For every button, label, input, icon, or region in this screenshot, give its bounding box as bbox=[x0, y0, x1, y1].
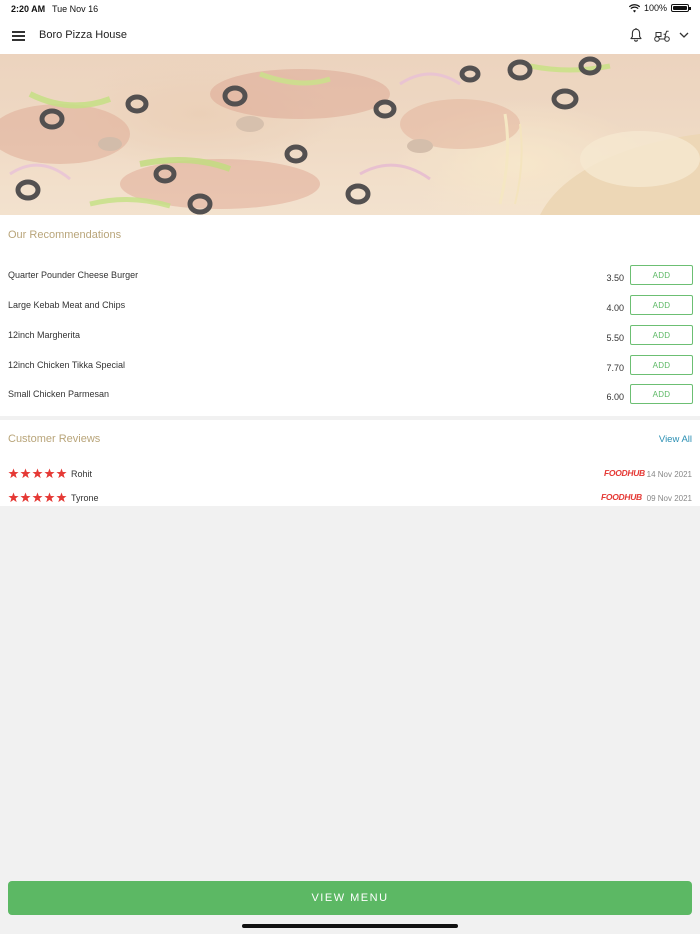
reviewer-name: Tyrone bbox=[71, 493, 99, 503]
hamburger-menu-icon[interactable] bbox=[12, 30, 26, 41]
recommendation-item: Small Chicken Parmesan 6.00 ADD bbox=[0, 383, 700, 413]
recommendation-item: 12inch Margherita 5.50 ADD bbox=[0, 324, 700, 354]
recommendations-panel: Our Recommendations Quarter Pounder Chee… bbox=[0, 215, 700, 416]
add-button[interactable]: ADD bbox=[630, 265, 693, 285]
status-bar: 2:20 AM Tue Nov 16 100% bbox=[0, 0, 700, 18]
add-button[interactable]: ADD bbox=[630, 325, 693, 345]
wifi-icon bbox=[628, 3, 640, 12]
recommendation-item: 12inch Chicken Tikka Special 7.70 ADD bbox=[0, 354, 700, 384]
reviews-panel: Customer Reviews View All Rohit FOODHUB … bbox=[0, 420, 700, 506]
add-button[interactable]: ADD bbox=[630, 355, 693, 375]
item-price: 7.70 bbox=[606, 363, 624, 373]
review-date: 14 Nov 2021 bbox=[646, 470, 692, 479]
add-button[interactable]: ADD bbox=[630, 384, 693, 404]
foodhub-logo: FOODHUB bbox=[601, 492, 642, 502]
app-header: Boro Pizza House bbox=[0, 18, 700, 54]
status-date: Tue Nov 16 bbox=[52, 4, 99, 14]
star-icon bbox=[44, 468, 55, 479]
star-icon bbox=[8, 492, 19, 503]
star-icon bbox=[8, 468, 19, 479]
review-date: 09 Nov 2021 bbox=[646, 494, 692, 503]
view-all-link[interactable]: View All bbox=[659, 434, 692, 445]
item-name: 12inch Margherita bbox=[8, 330, 81, 340]
item-name: Quarter Pounder Cheese Burger bbox=[8, 270, 139, 280]
battery-percent: 100% bbox=[643, 3, 667, 13]
view-menu-button[interactable]: VIEW MENU bbox=[8, 881, 692, 915]
battery-icon bbox=[671, 4, 691, 12]
star-icon bbox=[32, 492, 43, 503]
star-icon bbox=[56, 492, 67, 503]
home-indicator bbox=[242, 924, 458, 928]
item-name: Small Chicken Parmesan bbox=[8, 389, 110, 399]
star-icon bbox=[20, 492, 31, 503]
bell-icon[interactable] bbox=[628, 27, 644, 43]
reviews-title: Customer Reviews bbox=[8, 433, 101, 445]
item-price: 6.00 bbox=[606, 392, 624, 402]
recommendation-item: Large Kebab Meat and Chips 4.00 ADD bbox=[0, 294, 700, 324]
hero-pizza-image bbox=[0, 54, 700, 215]
reviewer-name: Rohit bbox=[71, 469, 93, 479]
star-icon bbox=[56, 468, 67, 479]
item-price: 4.00 bbox=[606, 303, 624, 313]
recommendations-title: Our Recommendations bbox=[8, 229, 122, 241]
scooter-icon[interactable] bbox=[653, 28, 671, 43]
item-price: 3.50 bbox=[606, 273, 624, 283]
item-name: Large Kebab Meat and Chips bbox=[8, 300, 126, 310]
item-name: 12inch Chicken Tikka Special bbox=[8, 360, 126, 370]
star-icon bbox=[20, 468, 31, 479]
review-item: Rohit FOODHUB 14 Nov 2021 bbox=[0, 465, 700, 485]
add-button[interactable]: ADD bbox=[630, 295, 693, 315]
star-rating bbox=[8, 492, 67, 503]
review-item: Tyrone FOODHUB 09 Nov 2021 bbox=[0, 489, 700, 509]
foodhub-logo: FOODHUB bbox=[604, 468, 645, 478]
star-icon bbox=[32, 468, 43, 479]
store-name: Boro Pizza House bbox=[39, 29, 128, 41]
status-indicators: 100% bbox=[628, 3, 691, 13]
recommendation-item: Quarter Pounder Cheese Burger 3.50 ADD bbox=[0, 264, 700, 294]
chevron-down-icon[interactable] bbox=[678, 30, 690, 40]
star-icon bbox=[44, 492, 55, 503]
star-rating bbox=[8, 468, 67, 479]
status-time: 2:20 AM bbox=[11, 4, 46, 14]
item-price: 5.50 bbox=[606, 333, 624, 343]
